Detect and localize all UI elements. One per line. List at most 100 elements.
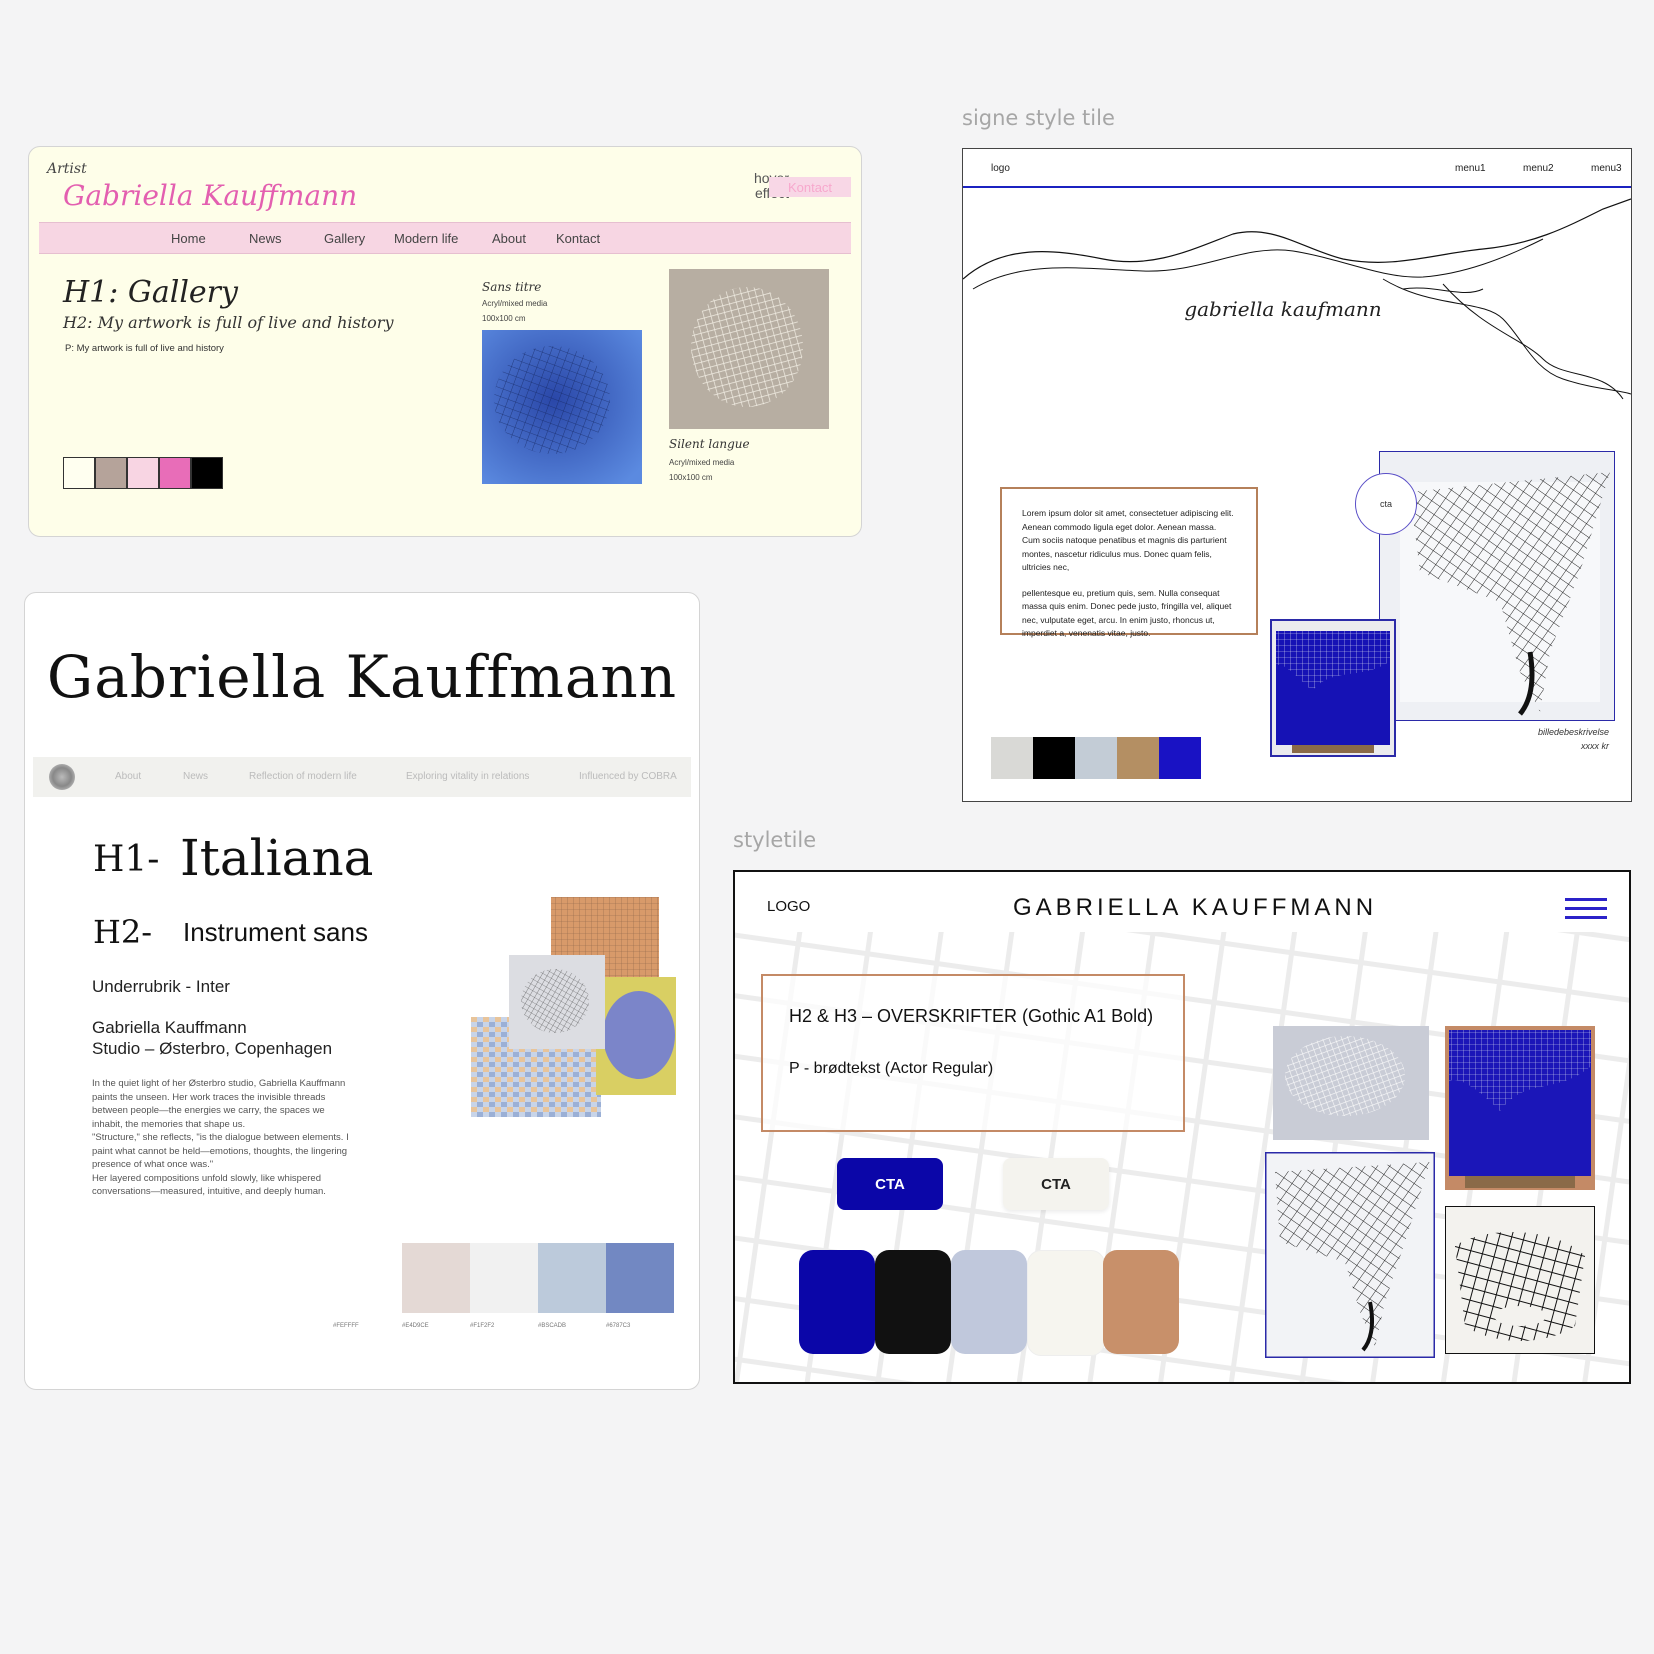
artwork-image-blue[interactable] [1445, 1026, 1595, 1190]
body-sample: P - brødtekst (Actor Regular) [789, 1060, 994, 1077]
bio-line: conversations—measured, intuitive, and d… [92, 1186, 326, 1197]
artwork-image-white-relief[interactable] [1273, 1026, 1429, 1140]
bio-line: between people—the energies we carry, th… [92, 1105, 325, 1116]
menu-1[interactable]: menu1 [1455, 163, 1486, 174]
hex-label: #F1F2F2 [470, 1323, 495, 1329]
kontakt-button[interactable]: Kontact [769, 177, 851, 197]
nav-cobra[interactable]: Influenced by COBRA [579, 771, 677, 782]
hex-label: #FEFFFF [333, 1323, 359, 1329]
italiana-style-tile: Gabriella Kauffmann About News Reflectio… [24, 592, 700, 1390]
gallery-style-tile: Artist Gabriella Kauffmann hover effect … [28, 146, 862, 537]
color-swatch [538, 1243, 606, 1313]
sample-paragraph: P: My artwork is full of live and histor… [65, 343, 224, 354]
artwork-image-blue[interactable] [1270, 619, 1396, 757]
gallery-nav: Home News Gallery Modern life About Kont… [39, 222, 851, 254]
cta-secondary-button[interactable]: CTA [1003, 1158, 1109, 1210]
nav-modern-life[interactable]: Modern life [394, 231, 458, 246]
nav-kontakt[interactable]: Kontact [556, 231, 600, 246]
color-swatch [402, 1243, 470, 1313]
frame-label-signe: signe style tile [962, 106, 1115, 130]
artwork-collage[interactable] [471, 897, 700, 1127]
color-swatch [191, 457, 223, 489]
artist-tag: Artist [47, 161, 87, 177]
bio-line: "Structure," she reflects, "is the dialo… [92, 1132, 349, 1143]
color-swatch [606, 1243, 674, 1313]
cta-primary-button[interactable]: CTA [837, 1158, 943, 1210]
person-name: Gabriella Kauffmann [92, 1018, 247, 1037]
nav-news[interactable]: News [183, 771, 208, 782]
heading-sample: H2 & H3 – OVERSKRIFTER (Gothic A1 Bold) [789, 1006, 1154, 1026]
color-swatch [95, 457, 127, 489]
color-swatch [875, 1250, 951, 1354]
artwork-image-sculpture[interactable] [1445, 1206, 1595, 1354]
artwork-image-white[interactable] [669, 269, 829, 429]
subheading-sample: Underrubrik - Inter [92, 977, 230, 996]
studio-location: Studio – Østerbro, Copenhagen [92, 1039, 333, 1058]
menu-3[interactable]: menu3 [1591, 163, 1622, 174]
logo-placeholder[interactable]: LOGO [767, 898, 810, 915]
body-paragraph: pellentesque eu, pretium quis, sem. Null… [1022, 587, 1232, 639]
nav-news[interactable]: News [249, 231, 282, 246]
italiana-nav: About News Reflection of modern life Exp… [33, 757, 691, 797]
styletile: LOGO GABRIELLA KAUFFMANN H2 & H3 – OVERS… [733, 870, 1631, 1384]
artwork-size: 100x100 cm [669, 473, 713, 482]
color-swatch [1117, 737, 1159, 779]
studio-info: Gabriella Kauffmann Studio – Østerbro, C… [92, 1017, 332, 1059]
hex-label: #BSCADB [538, 1323, 567, 1329]
bio-line: inhabit, the memories that shape us. [92, 1118, 246, 1130]
site-title: GABRIELLA KAUFFMANN [1012, 894, 1378, 921]
h2-label: H2- [93, 913, 153, 951]
sample-h2: H2: My artwork is full of live and histo… [63, 313, 394, 332]
nav-about[interactable]: About [492, 231, 526, 246]
hex-label: #E4D9CE [402, 1323, 429, 1329]
color-swatch [1027, 1250, 1105, 1356]
color-swatch [127, 457, 159, 489]
color-swatch [470, 1243, 538, 1313]
color-swatch [951, 1250, 1027, 1354]
h2-font-sample: Instrument sans [183, 917, 368, 947]
artwork-medium: Acryl/mixed media [482, 299, 548, 308]
bio-line: paints the unseen. Her work traces the i… [92, 1091, 326, 1103]
bio-text: In the quiet light of her Østerbro studi… [92, 1077, 392, 1199]
artwork-size: 100x100 cm [482, 314, 526, 323]
color-swatch [991, 737, 1033, 779]
artwork-title: Silent langue [669, 437, 750, 451]
bio-line: In the quiet light of her Østerbro studi… [92, 1078, 346, 1089]
bio-line: presence of what once was." [92, 1159, 214, 1170]
image-caption: billedebeskrivelse xxxx kr [1483, 725, 1609, 753]
color-swatch [159, 457, 191, 489]
caption-price: xxxx kr [1581, 741, 1609, 751]
brand-name: Gabriella Kauffmann [46, 643, 678, 711]
nav-exploring[interactable]: Exploring vitality in relations [406, 771, 529, 782]
h1-label: H1- [93, 839, 160, 880]
color-swatch [1103, 1250, 1179, 1354]
artwork-title: Sans titre [482, 280, 542, 294]
artwork-image-net[interactable] [1265, 1152, 1435, 1358]
logo-icon[interactable] [49, 764, 75, 790]
lorem-textbox: Lorem ipsum dolor sit amet, consectetuer… [1000, 487, 1258, 638]
color-swatch [1159, 737, 1201, 779]
frame-label-styletile: styletile [733, 828, 817, 852]
color-swatch [1075, 737, 1117, 779]
logo-placeholder[interactable]: logo [991, 163, 1010, 174]
color-swatch [1033, 737, 1075, 779]
h1-font-sample: Italiana [180, 829, 374, 887]
menu-2[interactable]: menu2 [1523, 163, 1554, 174]
hex-label: #6787C3 [606, 1323, 631, 1329]
cta-button[interactable]: cta [1355, 473, 1417, 535]
body-paragraph: Lorem ipsum dolor sit amet, consectetuer… [1022, 508, 1234, 572]
bio-line: Her layered compositions unfold slowly, … [92, 1172, 321, 1184]
signe-style-tile: logo menu1 menu2 menu3 gabriella kaufman… [962, 148, 1632, 802]
header-divider [963, 186, 1631, 188]
color-swatch [63, 457, 95, 489]
artwork-medium: Acryl/mixed media [669, 458, 735, 467]
hamburger-menu-icon[interactable] [1565, 898, 1607, 922]
nav-home[interactable]: Home [171, 231, 206, 246]
color-swatch [799, 1250, 875, 1354]
nav-gallery[interactable]: Gallery [324, 231, 365, 246]
nav-reflection[interactable]: Reflection of modern life [249, 771, 357, 782]
artwork-image-blue[interactable] [482, 330, 642, 484]
site-title: gabriella kaufmann [1184, 297, 1382, 321]
sample-h1: H1: Gallery [63, 275, 238, 310]
nav-about[interactable]: About [115, 771, 141, 782]
